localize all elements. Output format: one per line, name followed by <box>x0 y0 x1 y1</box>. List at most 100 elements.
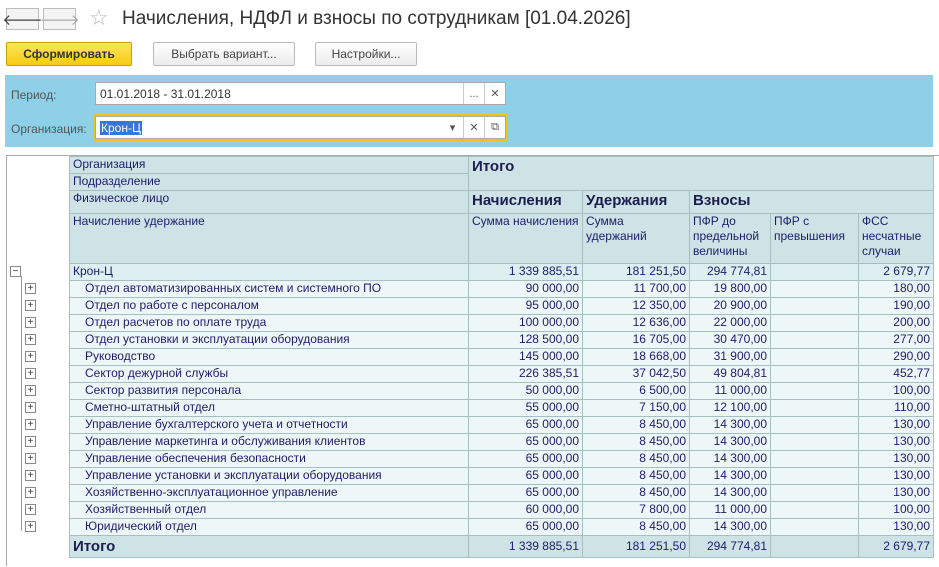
tree-gutter: − + + + + + + + + + + + + + + + <box>7 156 69 567</box>
row-value: 130,00 <box>858 416 934 434</box>
row-value: 110,00 <box>858 399 934 417</box>
row-value: 180,00 <box>858 280 934 298</box>
row-value: 181 251,50 <box>582 535 690 558</box>
back-button[interactable]: 🡐 <box>2 8 43 30</box>
table-row[interactable]: Юридический отдел 65 000,00 8 450,00 14 300… <box>69 518 934 536</box>
expand-icon[interactable]: + <box>25 300 36 311</box>
row-value: 22 000,00 <box>689 314 771 332</box>
table-row[interactable]: Управление установки и эксплуатации обор… <box>69 467 934 485</box>
expand-icon[interactable]: + <box>25 487 36 498</box>
table-row[interactable]: Управление обеспечения безопасности 65 00… <box>69 450 934 468</box>
table-row[interactable]: Управление маркетинга и обслуживания кли… <box>69 433 934 451</box>
expand-icon[interactable]: + <box>25 453 36 464</box>
row-value: 31 900,00 <box>689 348 771 366</box>
row-value: 95 000,00 <box>468 297 583 315</box>
forward-button[interactable]: 🡒 <box>39 8 80 30</box>
row-value <box>770 365 859 383</box>
select-period-button[interactable]: ... <box>463 83 484 104</box>
row-value: 37 042,50 <box>582 365 690 383</box>
org-row[interactable]: Крон-Ц 1 339 885,51 181 251,50 294 774,81 2 … <box>69 263 934 281</box>
collapse-icon[interactable]: − <box>10 266 21 277</box>
choose-variant-button[interactable]: Выбрать вариант... <box>153 42 295 66</box>
row-value <box>770 399 859 417</box>
table-row[interactable]: Сектор дежурной службы 226 385,51 37 042,5… <box>69 365 934 383</box>
expand-icon[interactable]: + <box>25 317 36 328</box>
org-label: Организация: <box>11 122 87 136</box>
row-name: Сектор развития персонала <box>69 382 469 400</box>
period-value[interactable]: 01.01.2018 - 31.01.2018 <box>96 87 463 101</box>
expand-icon[interactable]: + <box>25 470 36 481</box>
row-value: 11 700,00 <box>582 280 690 298</box>
row-value: 65 000,00 <box>468 416 583 434</box>
row-value: 8 450,00 <box>582 484 690 502</box>
row-value: 1 339 885,51 <box>468 263 583 281</box>
row-value: 7 150,00 <box>582 399 690 417</box>
expand-icon[interactable]: + <box>25 436 36 447</box>
open-icon[interactable]: ⧉ <box>484 117 505 138</box>
clear-icon[interactable]: ✕ <box>463 117 484 138</box>
table-row[interactable]: Хозяйственный отдел 60 000,00 7 800,00 11 0… <box>69 501 934 519</box>
arrow-right-icon: 🡒 <box>39 11 80 29</box>
expand-icon[interactable]: + <box>25 504 36 515</box>
row-name: Хозяйственно-эксплуатационное управление <box>69 484 469 502</box>
generate-button[interactable]: Сформировать <box>6 42 132 66</box>
row-value: 14 300,00 <box>689 467 771 485</box>
row-name: Отдел автоматизированных систем и систем… <box>69 280 469 298</box>
row-value <box>770 501 859 519</box>
row-name: Юридический отдел <box>69 518 469 536</box>
row-value <box>770 314 859 332</box>
row-value: 55 000,00 <box>468 399 583 417</box>
row-value: 8 450,00 <box>582 467 690 485</box>
row-value: 12 636,00 <box>582 314 690 332</box>
header-accruals: Начисления <box>468 190 583 214</box>
row-value: 294 774,81 <box>689 535 771 558</box>
row-name: Управление маркетинга и обслуживания кли… <box>69 433 469 451</box>
row-value: 11 000,00 <box>689 501 771 519</box>
header-dept: Подразделение <box>69 173 469 191</box>
row-value: 8 450,00 <box>582 416 690 434</box>
page-title: Начисления, НДФЛ и взносы по сотрудникам… <box>122 8 631 29</box>
expand-icon[interactable]: + <box>25 351 36 362</box>
total-row[interactable]: Итого 1 339 885,51 181 251,50 294 774,81 2 6… <box>69 535 934 558</box>
header-c1: Сумма начисления <box>468 213 583 264</box>
expand-icon[interactable]: + <box>25 419 36 430</box>
row-value <box>770 416 859 434</box>
header-c2: Сумма удержаний <box>582 213 690 264</box>
row-value: 18 668,00 <box>582 348 690 366</box>
row-value <box>770 433 859 451</box>
row-name: Сметно-штатный отдел <box>69 399 469 417</box>
row-value: 100,00 <box>858 501 934 519</box>
row-value <box>770 263 859 281</box>
table-row[interactable]: Хозяйственно-эксплуатационное управление… <box>69 484 934 502</box>
table-row[interactable]: Сектор развития персонала 50 000,00 6 500,… <box>69 382 934 400</box>
table-row[interactable]: Отдел расчетов по оплате труда 100 000,00… <box>69 314 934 332</box>
dropdown-icon[interactable]: ▾ <box>442 117 463 138</box>
row-value: 12 350,00 <box>582 297 690 315</box>
arrow-left-icon: 🡐 <box>2 11 43 29</box>
table-row[interactable]: Сметно-штатный отдел 55 000,00 7 150,00 12 … <box>69 399 934 417</box>
period-field[interactable]: 01.01.2018 - 31.01.2018 ... ✕ <box>95 82 506 105</box>
expand-icon[interactable]: + <box>25 368 36 379</box>
row-value <box>770 467 859 485</box>
row-value: 145 000,00 <box>468 348 583 366</box>
table-row[interactable]: Управление бухгалтерского учета и отчетн… <box>69 416 934 434</box>
clear-icon[interactable]: ✕ <box>484 83 505 104</box>
expand-icon[interactable]: + <box>25 385 36 396</box>
favorite-star-icon[interactable]: ☆ <box>89 5 109 31</box>
settings-button[interactable]: Настройки... <box>315 42 417 66</box>
expand-icon[interactable]: + <box>25 402 36 413</box>
table-row[interactable]: Отдел автоматизированных систем и систем… <box>69 280 934 298</box>
table-row[interactable]: Отдел по работе с персоналом 95 000,00 12 … <box>69 297 934 315</box>
row-name: Руководство <box>69 348 469 366</box>
org-field[interactable]: Крон-Ц ▾ ✕ ⧉ <box>93 114 508 141</box>
row-value: 20 900,00 <box>689 297 771 315</box>
row-value: 277,00 <box>858 331 934 349</box>
table-row[interactable]: Руководство 145 000,00 18 668,00 31 900,00 2… <box>69 348 934 366</box>
org-value[interactable]: Крон-Ц <box>100 120 142 135</box>
expand-icon[interactable]: + <box>25 283 36 294</box>
row-name: Итого <box>69 535 469 558</box>
table-row[interactable]: Отдел установки и эксплуатации оборудова… <box>69 331 934 349</box>
row-name: Отдел установки и эксплуатации оборудова… <box>69 331 469 349</box>
expand-icon[interactable]: + <box>25 334 36 345</box>
expand-icon[interactable]: + <box>25 521 36 532</box>
